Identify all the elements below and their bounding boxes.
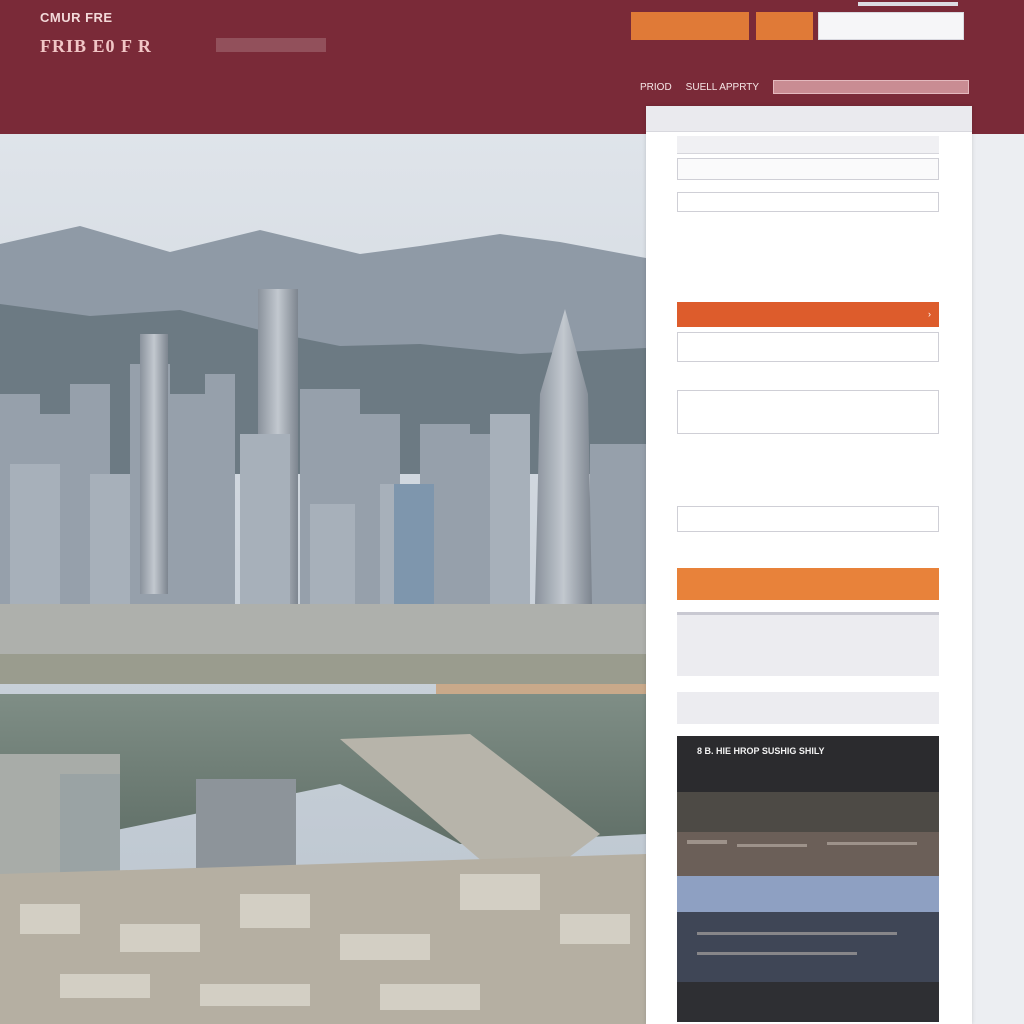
site-logo[interactable]: CMUR FRE xyxy=(40,10,113,25)
panel-top-bar xyxy=(646,106,972,132)
panel-promo-card[interactable]: 8 B. HIE HROP SUSHIG SHILY xyxy=(677,736,939,1022)
promo-title: 8 B. HIE HROP SUSHIG SHILY xyxy=(697,746,825,756)
nav-item-property[interactable]: SUELL APPRTY xyxy=(686,82,759,93)
header-top-bar xyxy=(858,2,958,6)
nav-search-field[interactable] xyxy=(773,80,970,94)
secondary-button[interactable] xyxy=(756,12,813,40)
search-input[interactable] xyxy=(818,12,964,40)
brand-name: FRIB E0 F R xyxy=(40,36,152,56)
hero-image xyxy=(0,134,646,1024)
panel-section-label xyxy=(677,136,939,154)
primary-button[interactable] xyxy=(631,12,749,40)
panel-note-box xyxy=(677,692,939,724)
panel-row[interactable] xyxy=(677,158,939,180)
panel-box-2[interactable] xyxy=(677,390,939,434)
booking-panel: › 8 B. HIE HROP SUSHIG SHILY xyxy=(646,106,972,1024)
promo-image xyxy=(677,792,939,1022)
panel-box-1 xyxy=(677,332,939,362)
panel-input-2[interactable] xyxy=(677,506,939,532)
nav-item-period[interactable]: PRIOD xyxy=(640,82,672,93)
header-nav: PRIOD SUELL APPRTY xyxy=(640,80,970,94)
city-skyline-illustration xyxy=(0,134,646,1024)
panel-info-box xyxy=(677,612,939,676)
panel-cta-button[interactable] xyxy=(677,568,939,600)
chevron-right-icon: › xyxy=(928,309,931,319)
panel-alert-banner[interactable]: › xyxy=(677,302,939,327)
brand-subtitle xyxy=(216,38,326,52)
panel-text-2 xyxy=(677,466,939,496)
panel-input-1[interactable] xyxy=(677,192,939,212)
